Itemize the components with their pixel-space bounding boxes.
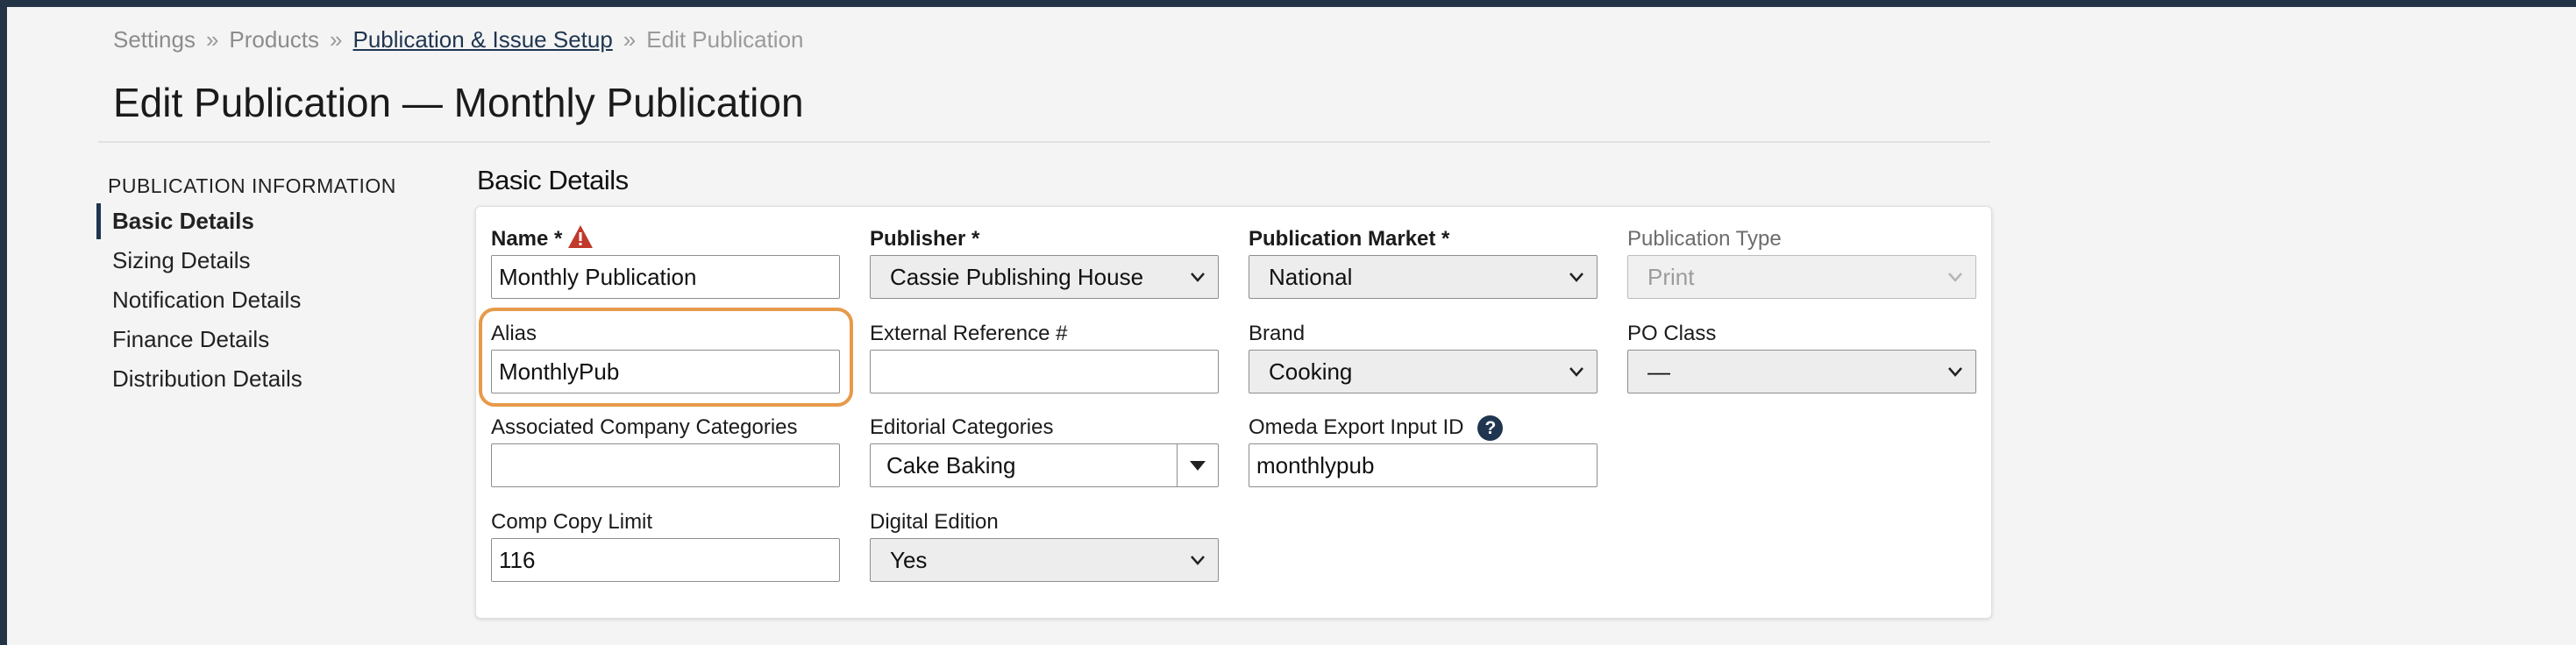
po-class-select[interactable]: —	[1627, 350, 1976, 393]
sidebar-item-distribution-details[interactable]: Distribution Details	[96, 359, 302, 399]
title-divider	[98, 141, 1990, 143]
page-title: Edit Publication — Monthly Publication	[113, 80, 804, 125]
sidebar-item-sizing-details[interactable]: Sizing Details	[96, 241, 302, 280]
brand-field: Brand Cooking	[1249, 318, 1598, 393]
associated-company-categories-field: Associated Company Categories	[491, 412, 840, 487]
editorial-categories-field: Editorial Categories Cake Baking	[870, 412, 1219, 487]
publication-type-field: Publication Type Print	[1627, 223, 1976, 299]
omeda-export-input-id-label-text: Omeda Export Input ID	[1249, 415, 1464, 439]
publisher-field: Publisher * Cassie Publishing House	[870, 223, 1219, 299]
associated-company-categories-input[interactable]	[491, 443, 840, 487]
publisher-label: Publisher *	[870, 227, 980, 251]
alias-highlight-outline	[479, 308, 853, 407]
breadcrumb-separator: »	[205, 26, 219, 53]
left-frame-bar	[0, 0, 7, 645]
publication-type-value: Print	[1647, 264, 1695, 290]
brand-label: Brand	[1249, 322, 1306, 345]
chevron-down-icon	[1948, 367, 1962, 377]
omeda-export-input-id-label: Omeda Export Input ID?	[1249, 412, 1598, 443]
sidebar-item-finance-details[interactable]: Finance Details	[96, 320, 302, 359]
publication-market-label: Publication Market *	[1249, 227, 1450, 251]
section-title: Basic Details	[477, 165, 629, 195]
help-icon[interactable]: ?	[1477, 415, 1504, 442]
breadcrumb-current: Edit Publication	[646, 26, 804, 53]
sidebar-item-notification-details[interactable]: Notification Details	[96, 280, 302, 320]
sidebar-item-basic-details[interactable]: Basic Details	[96, 202, 302, 241]
brand-select[interactable]: Cooking	[1249, 350, 1598, 393]
sidebar-heading: PUBLICATION INFORMATION	[108, 174, 396, 197]
po-class-label: PO Class	[1627, 322, 1717, 345]
publication-type-label: Publication Type	[1627, 227, 1782, 251]
editorial-categories-value: Cake Baking	[886, 452, 1016, 478]
publication-type-select: Print	[1627, 255, 1976, 299]
editorial-categories-label: Editorial Categories	[870, 415, 1054, 439]
publisher-select[interactable]: Cassie Publishing House	[870, 255, 1219, 299]
omeda-export-input-id-field: Omeda Export Input ID? monthlypub	[1249, 412, 1598, 487]
breadcrumb-separator: »	[623, 26, 637, 53]
comp-copy-limit-field: Comp Copy Limit 116	[491, 507, 840, 582]
breadcrumb-products[interactable]: Products	[229, 26, 319, 53]
warning-icon	[568, 225, 594, 248]
chevron-down-icon	[1569, 367, 1583, 377]
brand-value: Cooking	[1269, 358, 1353, 385]
comp-copy-limit-input[interactable]: 116	[491, 538, 840, 582]
digital-edition-field: Digital Edition Yes	[870, 507, 1219, 582]
name-label-text: Name *	[491, 227, 563, 251]
publication-market-field: Publication Market * National	[1249, 223, 1598, 299]
omeda-export-input-id-input[interactable]: monthlypub	[1249, 443, 1598, 487]
publication-market-select[interactable]: National	[1249, 255, 1598, 299]
breadcrumb-publication-issue-setup-link[interactable]: Publication & Issue Setup	[353, 26, 613, 53]
editorial-categories-combobox[interactable]: Cake Baking	[870, 443, 1219, 487]
associated-company-categories-label: Associated Company Categories	[491, 415, 798, 439]
po-class-field: PO Class —	[1627, 318, 1976, 393]
external-reference-label: External Reference #	[870, 322, 1068, 345]
external-reference-field: External Reference #	[870, 318, 1219, 393]
chevron-down-icon	[1569, 273, 1583, 282]
chevron-down-icon	[1948, 273, 1962, 282]
caret-down-icon[interactable]	[1177, 444, 1218, 486]
digital-edition-value: Yes	[890, 547, 928, 573]
breadcrumb: Settings » Products » Publication & Issue Se…	[113, 26, 804, 53]
comp-copy-limit-label: Comp Copy Limit	[491, 510, 653, 534]
digital-edition-label: Digital Edition	[870, 510, 999, 534]
digital-edition-select[interactable]: Yes	[870, 538, 1219, 582]
name-label: Name *	[491, 223, 840, 255]
external-reference-input[interactable]	[870, 350, 1219, 393]
name-input[interactable]: Monthly Publication	[491, 255, 840, 299]
breadcrumb-settings[interactable]: Settings	[113, 26, 196, 53]
chevron-down-icon	[1191, 273, 1205, 282]
publication-market-value: National	[1269, 264, 1353, 290]
po-class-value: —	[1647, 358, 1670, 385]
name-field: Name * Monthly Publication	[491, 223, 840, 299]
top-frame-bar	[0, 0, 2576, 7]
publisher-value: Cassie Publishing House	[890, 264, 1144, 290]
sidebar-nav: Basic Details Sizing Details Notificatio…	[96, 202, 302, 399]
breadcrumb-separator: »	[330, 26, 343, 53]
chevron-down-icon	[1191, 556, 1205, 565]
